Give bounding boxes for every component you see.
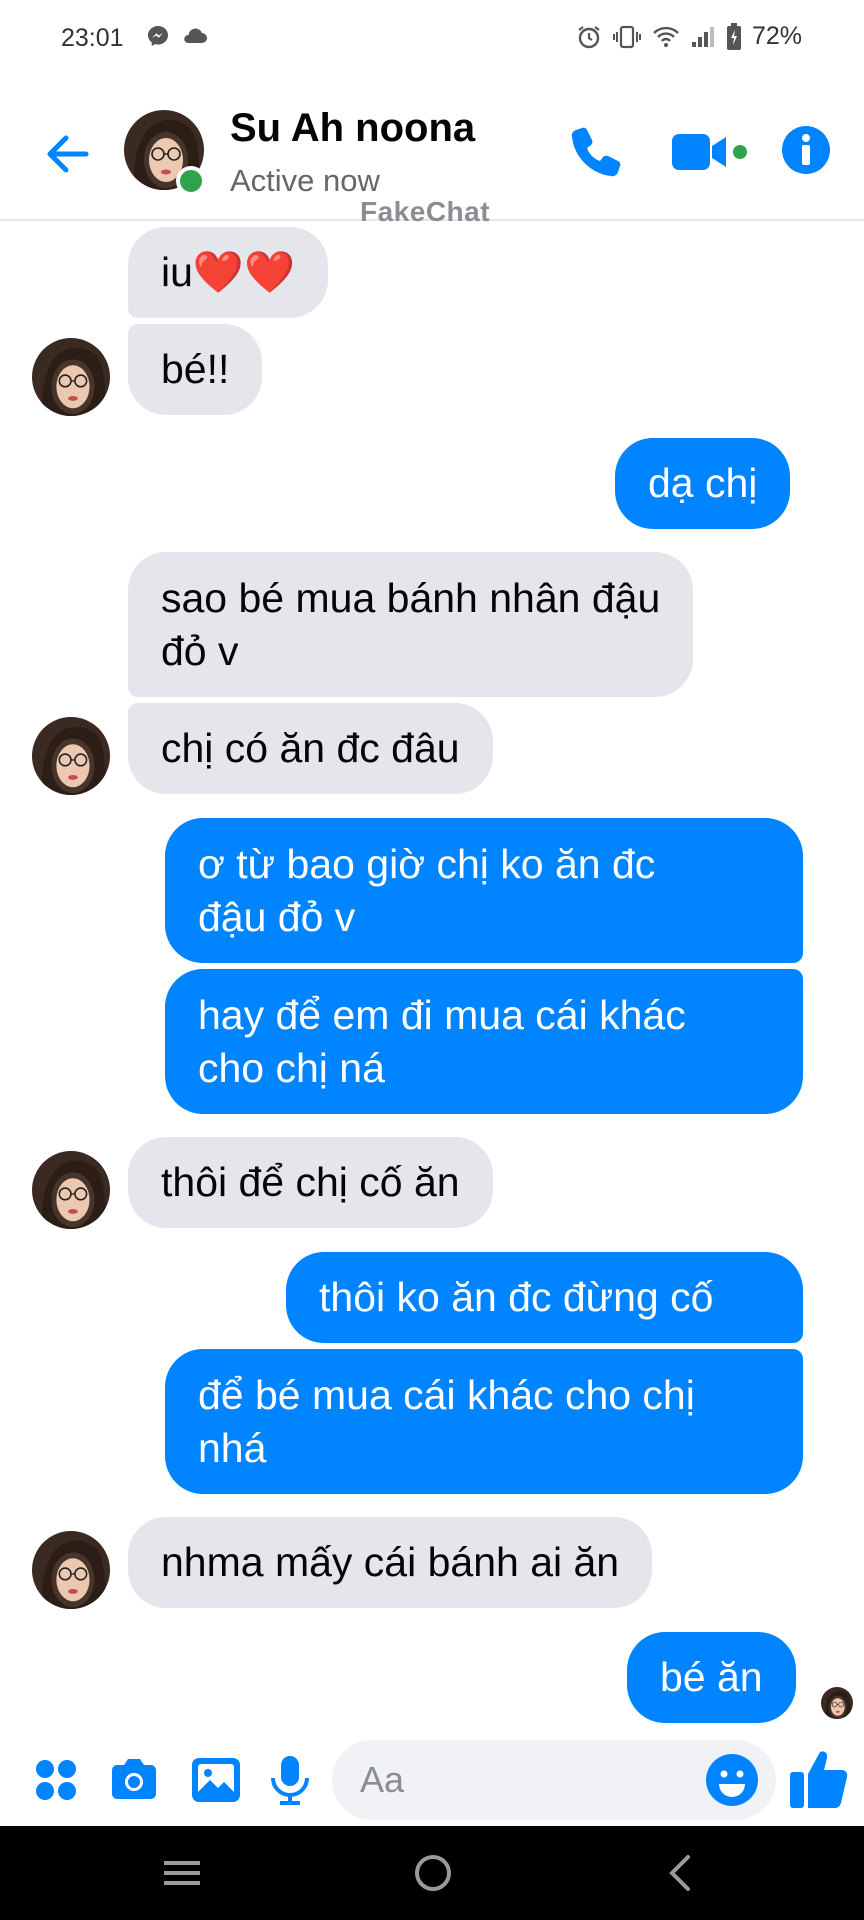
message-incoming[interactable]: chị có ăn đc đâu <box>128 703 493 794</box>
gallery-button[interactable] <box>188 1752 244 1808</box>
battery-icon <box>726 22 741 50</box>
message-incoming[interactable]: thôi để chị cố ăn <box>128 1137 493 1228</box>
home-button[interactable] <box>403 1848 463 1898</box>
status-left-icons <box>146 24 208 48</box>
message-outgoing[interactable]: hay để em đi mua cái khác cho chị ná <box>165 969 803 1114</box>
message-outgoing[interactable]: thôi ko ăn đc đừng cố <box>286 1252 803 1343</box>
video-call-button[interactable] <box>668 128 748 178</box>
apps-grid-icon <box>36 1760 76 1800</box>
voice-record-button[interactable] <box>262 1752 318 1808</box>
message-outgoing[interactable]: ơ từ bao giờ chị ko ăn đc đậu đỏ v <box>165 818 803 963</box>
status-bar: 23:01 72% <box>0 0 864 80</box>
info-button[interactable] <box>780 124 832 176</box>
message-composer <box>0 1734 864 1826</box>
message-incoming[interactable]: nhma mấy cái bánh ai ăn <box>128 1517 653 1608</box>
message-outgoing[interactable]: bé ăn <box>627 1632 796 1723</box>
system-nav-bar <box>0 1826 864 1920</box>
contact-name[interactable]: Su Ah noona <box>230 106 475 151</box>
gallery-icon <box>192 1758 240 1802</box>
contact-active-status: Active now <box>230 163 380 198</box>
home-icon <box>415 1855 451 1891</box>
apps-button[interactable] <box>28 1752 84 1808</box>
message-outgoing[interactable]: dạ chị <box>615 438 791 529</box>
vibrate-icon <box>612 25 641 48</box>
battery-percent: 72% <box>751 22 802 50</box>
video-camera-icon <box>672 134 747 170</box>
microphone-icon <box>271 1756 309 1805</box>
sender-avatar[interactable] <box>32 717 110 795</box>
status-time: 23:01 <box>61 24 124 52</box>
message-incoming[interactable]: iu❤️❤️ <box>128 227 329 318</box>
phone-icon <box>571 127 621 177</box>
back-button[interactable] <box>40 126 96 182</box>
camera-icon <box>112 1759 156 1799</box>
sender-avatar[interactable] <box>32 1151 110 1229</box>
sender-avatar[interactable] <box>32 338 110 416</box>
message-list[interactable]: iu❤️❤️ bé!! dạ chị sao bé mua bánh nhân … <box>0 222 864 1734</box>
alarm-icon <box>578 25 600 48</box>
like-button[interactable] <box>786 1744 854 1812</box>
thumbs-up-icon <box>790 1751 848 1808</box>
online-indicator <box>176 166 206 196</box>
back-icon <box>669 1855 690 1891</box>
cloud-icon <box>184 28 207 43</box>
recents-icon <box>164 1861 200 1885</box>
wifi-icon <box>653 26 679 47</box>
status-right: 72% <box>576 22 802 51</box>
emoji-button[interactable] <box>704 1752 760 1808</box>
chat-header: Su Ah noona Active now FakeChat <box>0 80 864 227</box>
info-icon <box>782 126 830 174</box>
voice-call-button[interactable] <box>566 122 626 182</box>
camera-button[interactable] <box>106 1752 162 1808</box>
nav-back-button[interactable] <box>650 1848 710 1898</box>
emoji-icon <box>706 1754 758 1806</box>
messenger-icon <box>148 26 168 46</box>
recents-button[interactable] <box>152 1848 212 1898</box>
message-outgoing[interactable]: để bé mua cái khác cho chị nhá <box>165 1349 803 1494</box>
seen-indicator-avatar <box>821 1687 853 1719</box>
back-arrow-icon <box>47 135 89 173</box>
message-incoming[interactable]: bé!! <box>128 324 263 415</box>
signal-icon <box>691 26 714 47</box>
sender-avatar[interactable] <box>32 1531 110 1609</box>
message-incoming[interactable]: sao bé mua bánh nhân đậu đỏ v <box>128 552 694 697</box>
